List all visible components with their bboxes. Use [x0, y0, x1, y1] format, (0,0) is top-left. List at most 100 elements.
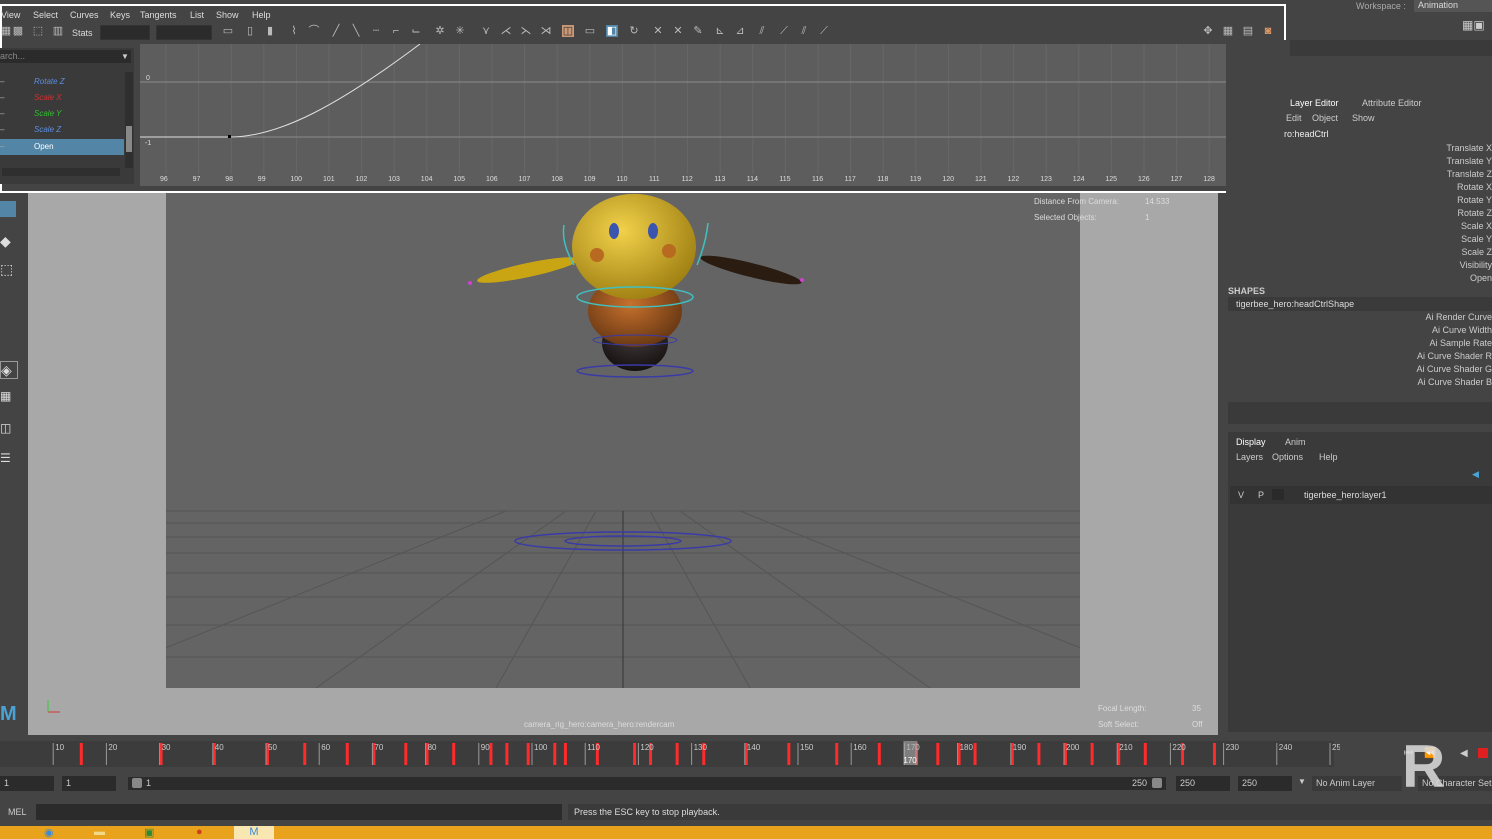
toolbar-buffer-icon[interactable]: ▯: [244, 25, 256, 37]
timeline-keyframe[interactable]: [1212, 743, 1216, 765]
tab-attribute-editor[interactable]: Attribute Editor: [1362, 98, 1422, 108]
timeline-keyframe[interactable]: [1090, 743, 1094, 765]
stop-icon[interactable]: [1478, 748, 1488, 758]
timeline-keyframe[interactable]: [404, 743, 408, 765]
timeline-keyframe[interactable]: [553, 743, 557, 765]
toolbar-clamped-icon[interactable]: ⌒: [308, 25, 320, 37]
lasso-tool-icon[interactable]: ◆: [0, 233, 14, 249]
start-time-field[interactable]: 1: [0, 776, 54, 791]
toolbar-break-icon[interactable]: ⌙: [410, 25, 422, 37]
menu-list[interactable]: List: [190, 10, 204, 20]
timeline-keyframe[interactable]: [303, 743, 307, 765]
toolbar-free-icon[interactable]: ⋌: [500, 25, 512, 37]
tab-display[interactable]: Display: [1236, 437, 1266, 447]
toolbar-tangent-icon[interactable]: ⋋: [520, 25, 532, 37]
toolbar-table-icon[interactable]: ▥: [52, 25, 64, 37]
timeline-keyframe[interactable]: [526, 743, 530, 765]
menu-tangents[interactable]: Tangents: [140, 10, 177, 20]
menu-show[interactable]: Show: [216, 10, 239, 20]
chrome-taskbar-icon[interactable]: ●: [196, 826, 218, 839]
toolbar-snap-icon[interactable]: ▮: [264, 25, 276, 37]
outliner-scrollbar[interactable]: [125, 72, 133, 168]
menu-options[interactable]: Options: [1272, 452, 1303, 462]
workspace-icons[interactable]: ▦▣: [1462, 18, 1492, 34]
move-icon[interactable]: ✥: [1202, 25, 1214, 37]
search-input[interactable]: arch...: [0, 50, 131, 63]
playback-start-field[interactable]: 1: [62, 776, 116, 791]
camera-view-icon[interactable]: ◙: [1262, 25, 1274, 37]
toolbar-flat-icon[interactable]: ╲: [350, 25, 362, 37]
paint-tool-icon[interactable]: ⬚: [0, 261, 14, 277]
layout-list-icon[interactable]: ☰: [0, 451, 16, 471]
new-layer-icon[interactable]: ◀: [1472, 469, 1479, 480]
list-view-icon[interactable]: ▤: [1242, 25, 1254, 37]
channel-rotate-z[interactable]: – Rotate Z: [0, 74, 124, 90]
channel-open[interactable]: – Open: [0, 139, 124, 155]
toolbar-frame-icon[interactable]: ▩: [12, 25, 24, 37]
stats-field-1[interactable]: [100, 25, 150, 40]
menu-edit[interactable]: Edit: [1286, 113, 1302, 123]
layer-playback-toggle[interactable]: P: [1258, 490, 1264, 500]
timeline-keyframe[interactable]: [1143, 743, 1147, 765]
app-taskbar-icon[interactable]: ▣: [144, 826, 166, 839]
menu-curves[interactable]: Curves: [70, 10, 99, 20]
toolbar-auto-frame-icon[interactable]: ◫: [562, 25, 574, 37]
timeline-keyframe[interactable]: [563, 743, 567, 765]
timeline-keyframe[interactable]: [675, 743, 679, 765]
mel-input[interactable]: [36, 804, 562, 820]
toolbar-lock-icon[interactable]: ⋎: [480, 25, 492, 37]
select-tool-icon[interactable]: [0, 201, 16, 217]
toolbar-graph-icon[interactable]: ⊾: [714, 25, 726, 37]
toolbar-x2-icon[interactable]: ✕: [672, 25, 684, 37]
animation-curve[interactable]: [140, 44, 421, 138]
menu-show[interactable]: Show: [1352, 113, 1375, 123]
layer-color-swatch[interactable]: [1272, 489, 1284, 500]
toolbar-plateau-icon[interactable]: ⌐: [390, 25, 402, 37]
toolbar-normalize-icon[interactable]: ▭: [222, 25, 234, 37]
tab-layer-editor[interactable]: Layer Editor: [1290, 98, 1339, 108]
workspace-dropdown[interactable]: Animation: [1414, 0, 1492, 12]
toolbar-graph5-icon[interactable]: ⫽: [798, 25, 810, 37]
timeline-keyframe[interactable]: [345, 743, 349, 765]
timeline-keyframe[interactable]: [1037, 743, 1041, 765]
layer-visibility-toggle[interactable]: V: [1238, 490, 1244, 500]
timeline-keyframe[interactable]: [452, 743, 456, 765]
toolbar-pin-icon[interactable]: ✎: [692, 25, 704, 37]
folder-taskbar-icon[interactable]: ▬: [94, 826, 116, 839]
outliner-h-scrollbar[interactable]: [2, 168, 120, 176]
toolbar-time-icon[interactable]: ▭: [584, 25, 596, 37]
layout-four-icon[interactable]: ▦: [0, 389, 16, 409]
maya-taskbar-icon[interactable]: M: [234, 826, 274, 839]
play-back-icon[interactable]: ◀: [1460, 748, 1468, 759]
toolbar-curve-icon[interactable]: ↻: [628, 25, 640, 37]
toolbar-unify-icon[interactable]: ✲: [434, 25, 446, 37]
tab-anim[interactable]: Anim: [1285, 437, 1306, 447]
channel-scale-y[interactable]: – Scale Y: [0, 106, 124, 122]
range-slider[interactable]: 1 250: [128, 777, 1166, 790]
timeline-keyframe[interactable]: [835, 743, 839, 765]
menu-help[interactable]: Help: [252, 10, 271, 20]
toolbar-x1-icon[interactable]: ✕: [652, 25, 664, 37]
toolbar-key-icon[interactable]: ⋊: [540, 25, 552, 37]
attribute-notes-field[interactable]: [1228, 402, 1492, 424]
stats-field-2[interactable]: [156, 25, 212, 40]
timeline-keyframe[interactable]: [973, 743, 977, 765]
timeline-keyframe[interactable]: [787, 743, 791, 765]
menu-object[interactable]: Object: [1312, 113, 1338, 123]
range-end-handle[interactable]: [1152, 778, 1162, 788]
menu-layers[interactable]: Layers: [1236, 452, 1263, 462]
range-start-handle[interactable]: [132, 778, 142, 788]
grid-view-icon[interactable]: ▦: [1222, 25, 1234, 37]
toolbar-select-icon[interactable]: ⬚: [32, 25, 44, 37]
timeline-keyframe[interactable]: [505, 743, 509, 765]
toolbar-grid-icon[interactable]: ▦: [0, 25, 12, 37]
mel-label[interactable]: MEL: [8, 807, 27, 817]
menu-keys[interactable]: Keys: [110, 10, 130, 20]
menu-help[interactable]: Help: [1319, 452, 1338, 462]
end-time-field[interactable]: 250: [1238, 776, 1292, 791]
layout-two-icon[interactable]: ◫: [0, 421, 16, 441]
anim-layer-dropdown[interactable]: No Anim Layer: [1312, 776, 1402, 791]
toolbar-graph6-icon[interactable]: ⟋: [818, 25, 830, 37]
keyframe-point[interactable]: [228, 135, 231, 138]
toolbar-graph4-icon[interactable]: ⟋: [778, 25, 790, 37]
